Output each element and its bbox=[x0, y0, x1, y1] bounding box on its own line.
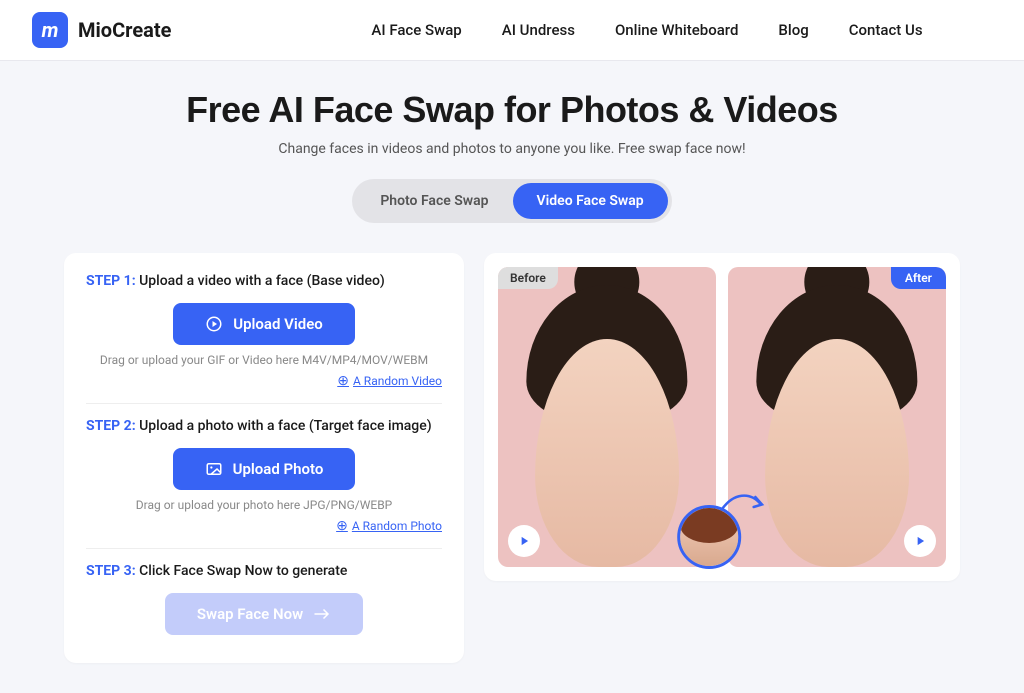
face-illustration bbox=[728, 267, 946, 567]
mode-tabs: Photo Face Swap Video Face Swap bbox=[352, 179, 671, 223]
logo-text: MioCreate bbox=[78, 18, 171, 42]
divider bbox=[86, 403, 442, 404]
nav-ai-undress[interactable]: AI Undress bbox=[502, 21, 575, 39]
play-icon bbox=[913, 534, 927, 548]
play-after-button[interactable] bbox=[904, 525, 936, 557]
upload-video-button[interactable]: Upload Video bbox=[173, 303, 355, 345]
steps-panel: STEP 1: Upload a video with a face (Base… bbox=[64, 253, 464, 663]
step1-text: Upload a video with a face (Base video) bbox=[136, 273, 385, 289]
random-video-link[interactable]: ⊕ A Random Video bbox=[337, 373, 442, 389]
nav: AI Face Swap AI Undress Online Whiteboar… bbox=[371, 21, 922, 39]
step1-hint: Drag or upload your GIF or Video here M4… bbox=[86, 353, 442, 367]
upload-photo-label: Upload Photo bbox=[233, 460, 324, 478]
step2-text: Upload a photo with a face (Target face … bbox=[136, 418, 432, 434]
image-icon bbox=[205, 460, 223, 478]
step2-num: STEP 2: bbox=[86, 418, 136, 434]
upload-photo-button[interactable]: Upload Photo bbox=[173, 448, 356, 490]
upload-video-label: Upload Video bbox=[233, 315, 323, 333]
nav-blog[interactable]: Blog bbox=[778, 21, 808, 39]
step3-num: STEP 3: bbox=[86, 563, 136, 579]
nav-whiteboard[interactable]: Online Whiteboard bbox=[615, 21, 738, 39]
page-title: Free AI Face Swap for Photos & Videos bbox=[0, 89, 1024, 131]
content: STEP 1: Upload a video with a face (Base… bbox=[0, 239, 1024, 693]
tab-video-swap[interactable]: Video Face Swap bbox=[513, 183, 668, 219]
nav-ai-face-swap[interactable]: AI Face Swap bbox=[371, 21, 461, 39]
header: m MioCreate AI Face Swap AI Undress Onli… bbox=[0, 0, 1024, 61]
preview-panel: Before After bbox=[484, 253, 960, 581]
play-circle-icon bbox=[205, 315, 223, 333]
step2-label: STEP 2: Upload a photo with a face (Targ… bbox=[86, 418, 442, 434]
logo-icon: m bbox=[32, 12, 68, 48]
page-subtitle: Change faces in videos and photos to any… bbox=[0, 141, 1024, 157]
arrow-right-icon bbox=[313, 608, 331, 620]
plus-icon: ⊕ bbox=[336, 518, 348, 534]
swap-face-button[interactable]: Swap Face Now bbox=[165, 593, 363, 635]
step1-label: STEP 1: Upload a video with a face (Base… bbox=[86, 273, 442, 289]
random-photo-link[interactable]: ⊕ A Random Photo bbox=[336, 518, 442, 534]
play-before-button[interactable] bbox=[508, 525, 540, 557]
step1-num: STEP 1: bbox=[86, 273, 136, 289]
step2-hint: Drag or upload your photo here JPG/PNG/W… bbox=[86, 498, 442, 512]
divider bbox=[86, 548, 442, 549]
step3-text: Click Face Swap Now to generate bbox=[136, 563, 348, 579]
play-icon bbox=[517, 534, 531, 548]
plus-icon: ⊕ bbox=[337, 373, 349, 389]
logo[interactable]: m MioCreate bbox=[32, 12, 171, 48]
step3-label: STEP 3: Click Face Swap Now to generate bbox=[86, 563, 442, 579]
hero: Free AI Face Swap for Photos & Videos Ch… bbox=[0, 61, 1024, 239]
target-face-thumbnail bbox=[677, 505, 741, 569]
tab-photo-swap[interactable]: Photo Face Swap bbox=[356, 183, 512, 219]
swap-face-label: Swap Face Now bbox=[197, 605, 303, 623]
nav-contact[interactable]: Contact Us bbox=[849, 21, 923, 39]
after-image: After bbox=[728, 267, 946, 567]
